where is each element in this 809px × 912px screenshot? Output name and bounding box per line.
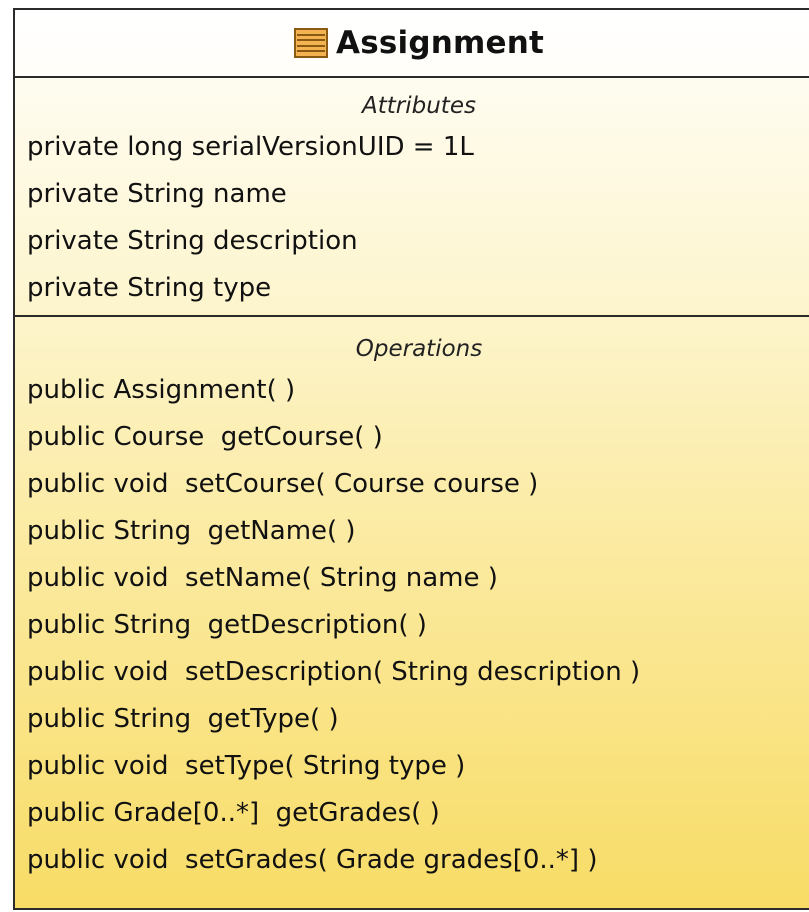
class-header: Assignment bbox=[15, 10, 809, 78]
operation-row: public void setGrades( Grade grades[0..*… bbox=[27, 845, 598, 875]
operation-row: public String getDescription( ) bbox=[27, 610, 427, 640]
attribute-row: private long serialVersionUID = 1L bbox=[27, 132, 474, 162]
operation-row: public void setName( String name ) bbox=[27, 563, 498, 593]
attribute-row: private String name bbox=[27, 179, 287, 209]
attribute-row: private String description bbox=[27, 226, 358, 256]
operation-row: public void setDescription( String descr… bbox=[27, 657, 641, 687]
attributes-title: Attributes bbox=[362, 93, 476, 119]
operation-row: public Assignment( ) bbox=[27, 375, 296, 405]
operation-row: public void setCourse( Course course ) bbox=[27, 469, 539, 499]
operation-row: public void setType( String type ) bbox=[27, 751, 466, 781]
class-icon bbox=[294, 28, 328, 58]
operation-row: public Grade[0..*] getGrades( ) bbox=[27, 798, 440, 828]
class-name: Assignment bbox=[336, 25, 544, 61]
operations-title: Operations bbox=[355, 336, 483, 362]
operation-row: public String getName( ) bbox=[27, 516, 356, 546]
operation-row: public String getType( ) bbox=[27, 704, 339, 734]
operations-section: Operations public Assignment( ) public C… bbox=[15, 331, 809, 884]
attributes-section: Attributes private long serialVersionUID… bbox=[15, 88, 809, 317]
uml-class-box[interactable]: Assignment Attributes private long seria… bbox=[13, 8, 809, 910]
attribute-row: private String type bbox=[27, 273, 272, 303]
operation-row: public Course getCourse( ) bbox=[27, 422, 383, 452]
